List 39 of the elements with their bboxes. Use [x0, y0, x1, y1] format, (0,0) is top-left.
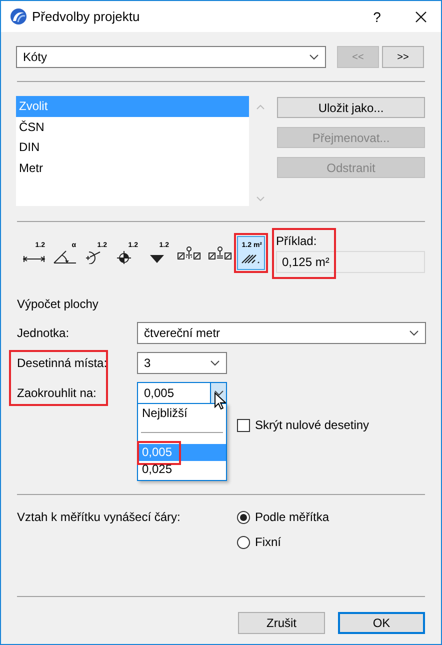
list-item[interactable]: Metr [16, 158, 250, 178]
dialog-button[interactable]: OK [338, 612, 425, 634]
field-label: Zaokrouhlit na: [17, 386, 96, 400]
dropdown[interactable]: 0,005 [137, 382, 227, 404]
dropdown[interactable]: 3 [137, 352, 227, 374]
sill-marker-icon [208, 246, 232, 260]
checkbox-label: Skrýt nulové desetiny [255, 418, 370, 432]
door-marker-icon [177, 246, 201, 260]
field-label: Desetinná místa: [17, 356, 108, 370]
category-dropdown[interactable]: Kóty [16, 46, 326, 68]
scroll-up-icon [256, 104, 265, 110]
radio-label: Fixní [255, 535, 282, 549]
dropdown[interactable]: čtvereční metr [137, 322, 426, 344]
list-item[interactable]: ČSN [16, 116, 250, 137]
example-label: Příklad: [276, 233, 318, 249]
chevron-icon [409, 330, 419, 336]
chevron-icon [210, 360, 220, 366]
section-heading: Výpočet plochy [17, 296, 100, 312]
dialog-button[interactable]: Zrušit [238, 612, 325, 634]
field-label: Jednotka: [17, 326, 70, 340]
example-field: 0,125 m² [276, 251, 425, 273]
field-label: Vztah k měřítku vynášecí čáry: [17, 509, 182, 526]
close-icon[interactable] [415, 10, 427, 22]
checkbox[interactable] [237, 418, 250, 432]
app-logo-icon [10, 8, 27, 25]
radio-label: Podle měřítka [255, 510, 330, 524]
angle-dimension-icon [53, 250, 77, 264]
dropdown-option[interactable]: Nejbližší [138, 405, 226, 422]
radio-button[interactable] [237, 510, 250, 524]
dropdown-option[interactable]: 0,025 [138, 461, 226, 478]
chevron-icon [309, 54, 319, 60]
list-item[interactable]: DIN [16, 137, 250, 158]
radio-button[interactable] [237, 536, 250, 548]
scroll-down-icon [256, 196, 265, 202]
help-button[interactable]: ? [369, 8, 385, 24]
chevron-icon [214, 390, 224, 396]
action-button[interactable]: Uložit jako... [277, 97, 425, 118]
window-title: Předvolby projektu [32, 9, 141, 24]
nav-button[interactable]: >> [382, 46, 424, 68]
